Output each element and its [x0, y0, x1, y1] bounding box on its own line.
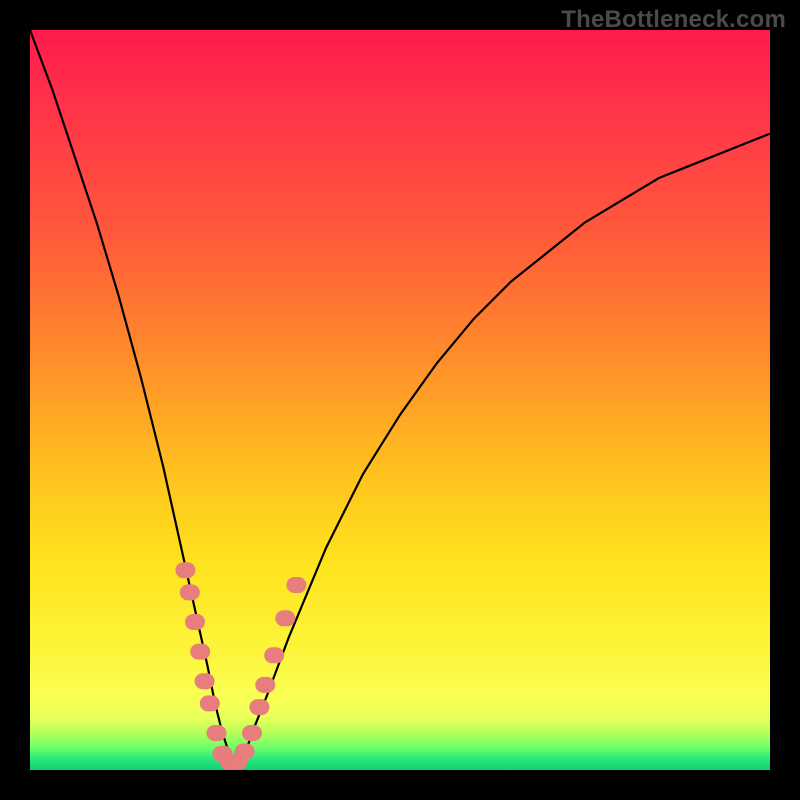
bottleneck-curve	[30, 30, 770, 763]
curve-markers	[183, 570, 298, 762]
watermark-text: TheBottleneck.com	[561, 6, 786, 34]
plot-area	[30, 30, 770, 770]
chart-svg	[30, 30, 770, 770]
chart-frame: TheBottleneck.com	[0, 0, 800, 800]
